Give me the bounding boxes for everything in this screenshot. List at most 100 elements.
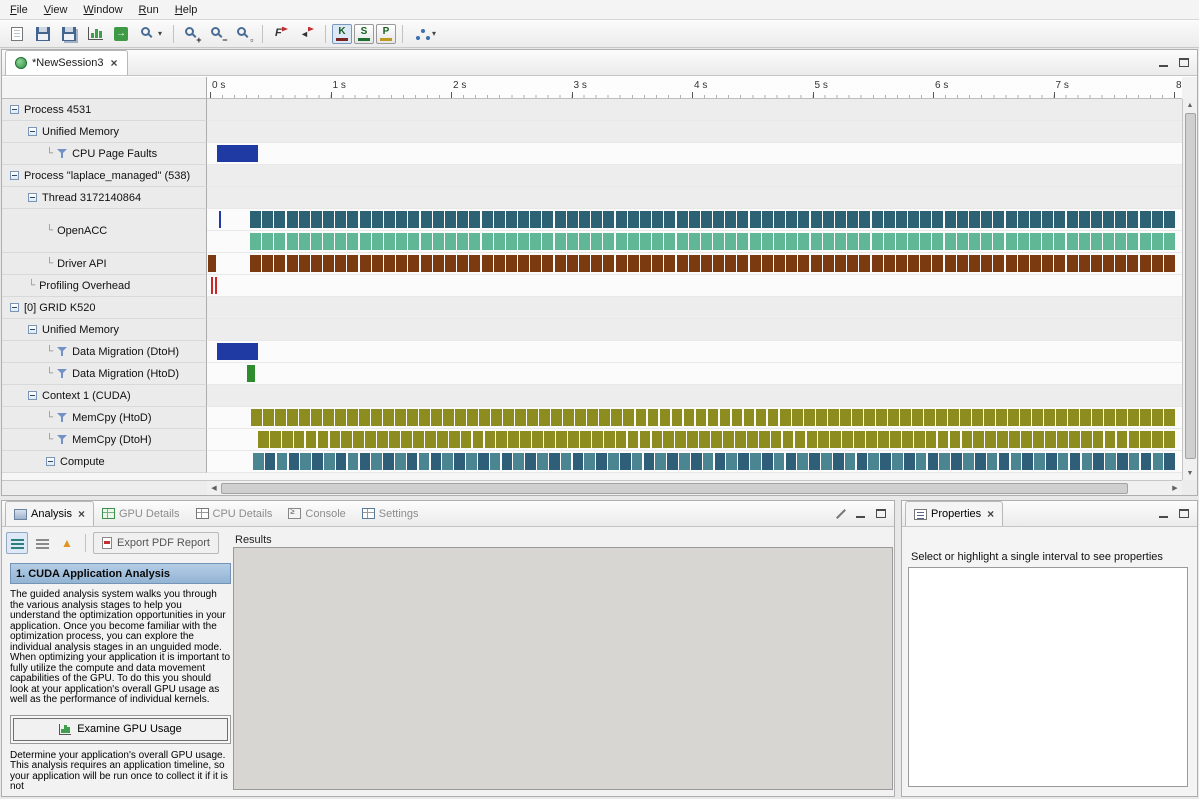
timeline-interval[interactable] <box>1140 233 1151 250</box>
timeline-interval[interactable] <box>395 453 406 470</box>
timeline-interval[interactable] <box>866 431 877 448</box>
timeline-interval[interactable] <box>592 431 603 448</box>
timeline-interval[interactable] <box>1129 431 1140 448</box>
timeline-interval[interactable] <box>939 453 950 470</box>
timeline-interval[interactable] <box>311 233 322 250</box>
timeline-interval[interactable] <box>568 431 579 448</box>
timeline-interval[interactable] <box>372 211 383 228</box>
timeline-interval[interactable] <box>969 255 980 272</box>
timeline-interval[interactable] <box>311 409 322 426</box>
timeline-interval[interactable] <box>461 431 472 448</box>
timeline-interval[interactable] <box>696 409 707 426</box>
timeline-interval[interactable] <box>797 453 808 470</box>
timeline-interval[interactable] <box>786 211 797 228</box>
vertical-scrollbar[interactable]: ▲ ▼ <box>1182 99 1197 480</box>
timeline-interval[interactable] <box>466 453 477 470</box>
timeline-interval[interactable] <box>987 453 998 470</box>
timeline-interval[interactable] <box>616 431 627 448</box>
timeline-interval[interactable] <box>640 255 651 272</box>
timeline-interval[interactable] <box>884 255 895 272</box>
timeline-ruler[interactable]: 0 s1 s2 s3 s4 s5 s6 s7 s8 s <box>207 77 1182 99</box>
timeline-interval[interactable] <box>689 255 700 272</box>
timeline-interval[interactable] <box>859 233 870 250</box>
timeline-interval[interactable] <box>795 431 806 448</box>
timeline-interval[interactable] <box>872 255 883 272</box>
prev-marker-button[interactable]: ◄ <box>295 22 319 46</box>
timeline-interval[interactable] <box>1140 255 1151 272</box>
timeline-interval[interactable] <box>503 409 514 426</box>
timeline-interval[interactable] <box>636 409 647 426</box>
timeline-interval[interactable] <box>1117 453 1128 470</box>
row-label-data-migration-dtoh[interactable]: └Data Migration (DtoH) <box>2 341 207 363</box>
examine-gpu-usage-button[interactable]: Examine GPU Usage <box>13 718 228 741</box>
timeline-interval[interactable] <box>401 431 412 448</box>
timeline-interval[interactable] <box>567 233 578 250</box>
timeline-interval[interactable] <box>833 453 844 470</box>
timeline-interval[interactable] <box>904 453 915 470</box>
timeline-interval[interactable] <box>774 453 785 470</box>
timeline-interval[interactable] <box>713 255 724 272</box>
timeline-interval[interactable] <box>1070 453 1081 470</box>
timeline-interval[interactable] <box>900 409 911 426</box>
timeline-interval[interactable] <box>506 233 517 250</box>
timeline-interval[interactable] <box>311 255 322 272</box>
timeline-interval[interactable] <box>478 453 489 470</box>
timeline-interval[interactable] <box>383 453 394 470</box>
timeline-interval[interactable] <box>842 431 853 448</box>
timeline-interval[interactable] <box>347 233 358 250</box>
timeline-interval[interactable] <box>457 211 468 228</box>
timeline-interval[interactable] <box>872 211 883 228</box>
timeline-interval[interactable] <box>725 233 736 250</box>
timeline-interval[interactable] <box>336 453 347 470</box>
timeline-interval[interactable] <box>555 255 566 272</box>
timeline-interval[interactable] <box>445 211 456 228</box>
timeline-interval[interactable] <box>299 409 310 426</box>
close-icon[interactable]: × <box>78 507 85 521</box>
timeline-interval[interactable] <box>1103 233 1114 250</box>
timeline-interval[interactable] <box>360 255 371 272</box>
timeline-interval[interactable] <box>821 453 832 470</box>
tab-analysis[interactable]: Analysis× <box>5 501 94 526</box>
timeline-interval[interactable] <box>652 233 663 250</box>
timeline-interval[interactable] <box>916 453 927 470</box>
filter-icon[interactable] <box>57 148 68 159</box>
timeline-interval[interactable] <box>1042 233 1053 250</box>
collapse-toggle-icon[interactable] <box>10 171 19 180</box>
timeline-interval[interactable] <box>408 211 419 228</box>
zoom-in-button[interactable]: + <box>180 22 204 46</box>
timeline-interval[interactable] <box>999 453 1010 470</box>
timeline-interval[interactable] <box>274 211 285 228</box>
maximize-button[interactable] <box>1175 55 1192 70</box>
timeline-interval[interactable] <box>253 453 264 470</box>
row-label-process-laplace-managed-538[interactable]: Process "laplace_managed" (538) <box>2 165 207 187</box>
timeline-interval[interactable] <box>1117 431 1128 448</box>
timeline-interval[interactable] <box>892 453 903 470</box>
minimize-button[interactable] <box>1155 55 1172 70</box>
timeline-interval[interactable] <box>713 233 724 250</box>
timeline-interval[interactable] <box>408 255 419 272</box>
timeline-lane[interactable] <box>207 407 1182 429</box>
timeline-interval[interactable] <box>377 431 388 448</box>
timeline-interval[interactable] <box>644 453 655 470</box>
timeline-interval[interactable] <box>1030 211 1041 228</box>
timeline-interval[interactable] <box>335 255 346 272</box>
timeline-interval[interactable] <box>920 211 931 228</box>
collapse-toggle-icon[interactable] <box>46 457 55 466</box>
timeline-interval[interactable] <box>852 409 863 426</box>
timeline-interval[interactable] <box>1030 233 1041 250</box>
timeline-interval[interactable] <box>549 453 560 470</box>
timeline-interval[interactable] <box>859 255 870 272</box>
timeline-interval[interactable] <box>864 409 875 426</box>
menu-file[interactable]: File <box>2 1 36 19</box>
timeline-interval[interactable] <box>756 409 767 426</box>
timeline-interval[interactable] <box>603 211 614 228</box>
timeline-interval[interactable] <box>604 431 615 448</box>
timeline-interval[interactable] <box>353 431 364 448</box>
filter-icon[interactable] <box>57 368 68 379</box>
timeline-interval[interactable] <box>530 233 541 250</box>
timeline-interval[interactable] <box>469 211 480 228</box>
timeline-interval[interactable] <box>969 211 980 228</box>
timeline-interval[interactable] <box>771 431 782 448</box>
timeline-interval[interactable] <box>251 409 262 426</box>
timeline-interval[interactable] <box>1030 255 1041 272</box>
